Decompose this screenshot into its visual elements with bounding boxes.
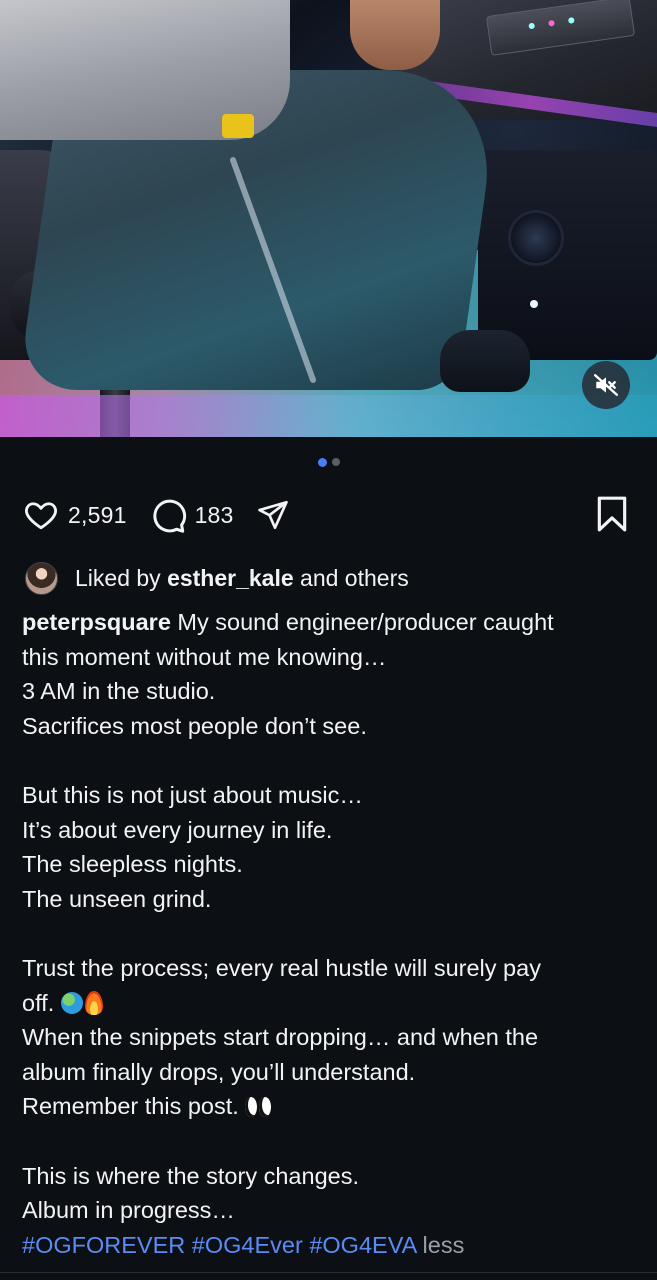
media-speaker (478, 150, 657, 360)
carousel-indicator (0, 458, 657, 467)
caption-line: peterpsquare My sound engineer/producer … (22, 605, 642, 640)
bookmark-icon (597, 496, 627, 532)
post-media[interactable] (0, 0, 657, 437)
carousel-dot-2[interactable] (331, 458, 340, 466)
caption-line: 3 AM in the studio. (22, 678, 216, 705)
liked-by-row[interactable]: Liked by esther_kale and others (25, 561, 409, 595)
media-floor-glow (0, 395, 657, 437)
caption-line: This is where the story changes. (22, 1162, 359, 1189)
heart-icon (25, 502, 57, 530)
post-caption: peterpsquare My sound engineer/producer … (22, 605, 642, 1262)
speaker-muted-icon (593, 374, 619, 396)
less-button[interactable]: less (423, 1232, 465, 1258)
carousel-dot-1[interactable] (317, 458, 327, 467)
like-button[interactable]: 2,591 (22, 497, 127, 533)
caption-line: The unseen grind. (22, 885, 212, 912)
share-icon (257, 500, 288, 530)
caption-username[interactable]: peterpsquare (22, 609, 171, 635)
caption-line: this moment without me knowing… (22, 643, 387, 670)
caption-line: Trust the process; every real hustle wil… (22, 954, 541, 981)
divider (0, 1272, 657, 1273)
caption-line: off. (22, 986, 642, 1021)
globe-emoji-icon (60, 991, 83, 1014)
media-slide-shoe (440, 330, 530, 392)
liker-avatar[interactable] (25, 561, 58, 595)
eyes-emoji-icon (245, 1097, 272, 1118)
liked-by-prefix: Liked by (75, 564, 161, 591)
mute-button[interactable] (582, 361, 630, 409)
caption-line: Sacrifices most people don’t see. (22, 712, 367, 739)
fire-emoji-icon (84, 990, 103, 1015)
comment-count[interactable]: 183 (195, 502, 234, 529)
comment-icon (152, 499, 186, 533)
comment-button[interactable]: 183 (149, 496, 234, 534)
hashtag-link[interactable]: #OG4Ever (192, 1232, 303, 1258)
liked-by-user[interactable]: esther_kale (167, 565, 294, 592)
caption-text: off. (22, 989, 55, 1016)
hashtag-link[interactable]: #OGFOREVER (22, 1232, 185, 1258)
caption-line: album finally drops, you’ll understand. (22, 1058, 416, 1085)
like-count[interactable]: 2,591 (68, 502, 127, 529)
hashtag-link[interactable]: #OG4EVA (309, 1232, 416, 1258)
save-button[interactable] (595, 495, 629, 538)
caption-first-line: My sound engineer/producer caught (177, 609, 554, 635)
caption-line: It’s about every journey in life. (22, 816, 333, 843)
caption-line: Album in progress… (22, 1197, 235, 1224)
liked-by-suffix[interactable]: and others (300, 565, 409, 592)
caption-hashtags: #OGFOREVER #OG4Ever #OG4EVA less (22, 1228, 642, 1263)
caption-line: Remember this post. (22, 1089, 642, 1124)
caption-text: Remember this post. (22, 1093, 239, 1120)
caption-line: The sleepless nights. (22, 851, 243, 878)
caption-line: But this is not just about music… (22, 781, 363, 808)
post-action-bar: 2,591 183 (22, 492, 635, 538)
caption-line: When the snippets start dropping… and wh… (22, 1024, 539, 1051)
share-button[interactable] (256, 498, 290, 532)
media-logo-badge (222, 114, 254, 138)
media-hand (350, 0, 440, 70)
